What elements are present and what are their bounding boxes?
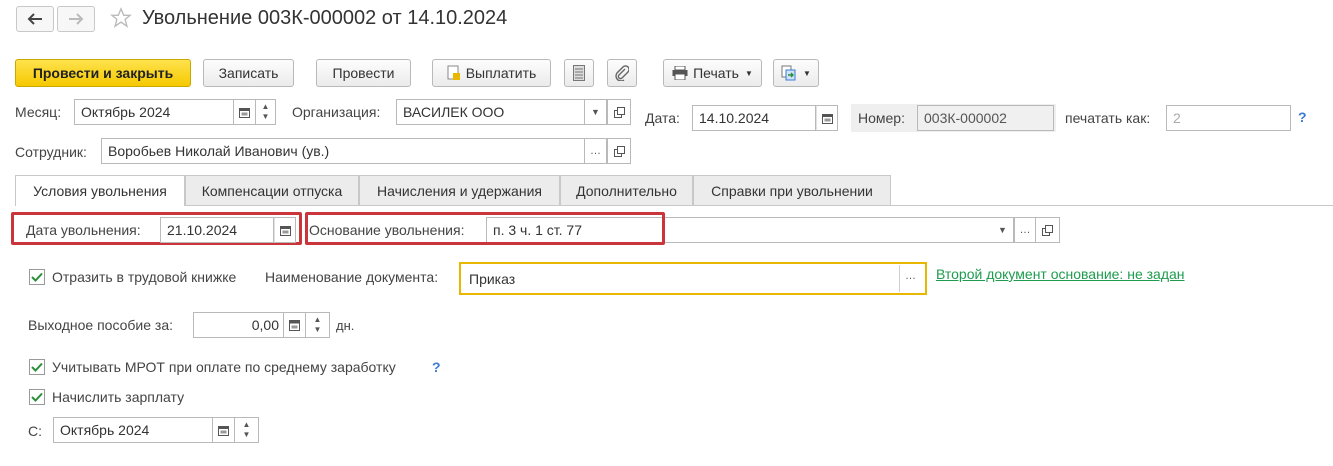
stepper-up-icon[interactable]: ▲	[243, 420, 251, 430]
month-field[interactable]: Октябрь 2024	[74, 99, 234, 125]
severance-unit: дн.	[336, 318, 355, 333]
print-as-field[interactable]: 2	[1166, 105, 1291, 131]
workbook-label[interactable]: Отразить в трудовой книжке	[52, 269, 236, 285]
from-stepper[interactable]: ▲ ▼	[235, 417, 259, 443]
post-and-close-button[interactable]: Провести и закрыть	[15, 59, 191, 87]
tab-additional[interactable]: Дополнительно	[560, 175, 693, 205]
chevron-down-icon: ▼	[803, 68, 811, 78]
severance-calculator-button[interactable]	[284, 312, 306, 338]
field-divider	[899, 265, 900, 292]
document-name-label: Наименование документа:	[265, 269, 439, 285]
open-icon	[1042, 224, 1053, 236]
back-button[interactable]	[16, 6, 54, 32]
pay-button-label: Выплатить	[465, 65, 537, 81]
checkmark-icon	[31, 272, 43, 282]
create-based-on-icon	[781, 65, 796, 81]
page-title: Увольнение 003К-000002 от 14.10.2024	[142, 7, 508, 29]
favorite-star-icon[interactable]	[109, 7, 133, 32]
second-document-link[interactable]: Второй документ основание: не задан	[936, 266, 1185, 282]
print-button[interactable]: Печать ▼	[663, 59, 762, 87]
calculator-button[interactable]	[564, 59, 594, 87]
print-button-label: Печать	[693, 65, 739, 81]
tab-accruals-deductions[interactable]: Начисления и удержания	[359, 175, 560, 205]
chevron-down-icon: ▼	[591, 107, 600, 117]
chevron-down-icon: ▼	[744, 68, 753, 78]
calendar-button[interactable]	[234, 99, 256, 125]
organization-dropdown-button[interactable]: ▼	[585, 99, 607, 125]
pay-button[interactable]: Выплатить	[432, 59, 551, 87]
month-stepper[interactable]: ▲ ▼	[256, 99, 276, 125]
create-based-on-button[interactable]: ▼	[773, 59, 819, 87]
organization-field[interactable]: ВАСИЛЕК ООО	[396, 99, 585, 125]
from-calendar-button[interactable]	[213, 417, 235, 443]
stepper-down-icon[interactable]: ▼	[314, 325, 322, 335]
employee-field[interactable]: Воробьев Николай Иванович (ув.)	[101, 138, 585, 164]
organization-open-button[interactable]	[607, 99, 631, 125]
date-label: Дата:	[645, 110, 680, 126]
document-name-select-button[interactable]: …	[905, 270, 916, 282]
arrow-left-icon	[27, 13, 42, 25]
number-field: 003К-000002	[917, 105, 1054, 131]
print-as-label: печатать как:	[1065, 110, 1151, 126]
employee-open-button[interactable]	[607, 138, 631, 164]
employee-label: Сотрудник:	[15, 144, 87, 160]
forward-button[interactable]	[57, 6, 95, 32]
help-icon[interactable]: ?	[1298, 109, 1307, 125]
from-label: С:	[28, 423, 42, 439]
reason-dropdown-button[interactable]: ▼	[992, 217, 1014, 243]
checkmark-icon	[31, 392, 43, 402]
mrot-help-icon[interactable]: ?	[432, 359, 441, 375]
accrue-salary-checkbox[interactable]	[29, 389, 45, 405]
paperclip-icon	[615, 65, 629, 81]
document-name-field[interactable]: Приказ	[459, 262, 927, 295]
stepper-down-icon[interactable]: ▼	[243, 430, 251, 440]
save-button[interactable]: Записать	[203, 59, 294, 87]
dismissal-date-label: Дата увольнения:	[26, 222, 141, 238]
dismissal-date-calendar-button[interactable]	[274, 217, 296, 243]
date-field[interactable]: 14.10.2024	[692, 105, 816, 131]
arrow-right-icon	[69, 13, 84, 25]
number-label: Номер:	[858, 110, 905, 126]
attach-button[interactable]	[607, 59, 637, 87]
post-button[interactable]: Провести	[316, 59, 411, 87]
calendar-icon	[218, 425, 229, 436]
printer-icon	[672, 66, 688, 80]
date-calendar-button[interactable]	[816, 105, 838, 131]
open-icon	[613, 145, 625, 157]
stepper-up-icon[interactable]: ▲	[314, 315, 322, 325]
dismissal-date-field[interactable]: 21.10.2024	[160, 217, 274, 243]
workbook-checkbox[interactable]	[29, 269, 45, 285]
accrue-salary-label[interactable]: Начислить зарплату	[52, 389, 184, 405]
stepper-down-icon[interactable]: ▼	[262, 112, 270, 122]
stepper-up-icon[interactable]: ▲	[262, 102, 270, 112]
severance-label: Выходное пособие за:	[28, 317, 174, 333]
reason-open-button[interactable]	[1036, 217, 1060, 243]
dismissal-reason-label: Основание увольнения:	[309, 222, 465, 238]
severance-field[interactable]: 0,00	[193, 312, 284, 338]
mrot-checkbox[interactable]	[29, 359, 45, 375]
checkmark-icon	[31, 362, 43, 372]
from-month-field[interactable]: Октябрь 2024	[53, 417, 213, 443]
severance-stepper[interactable]: ▲ ▼	[306, 312, 330, 338]
calendar-icon	[239, 107, 250, 118]
tab-vacation-compensation[interactable]: Компенсации отпуска	[185, 175, 359, 205]
calculator-icon	[289, 319, 300, 331]
organization-label: Организация:	[292, 104, 381, 120]
tabs-baseline	[15, 205, 1333, 206]
calendar-icon	[279, 225, 291, 236]
mrot-label[interactable]: Учитывать МРОТ при оплате по среднему за…	[52, 359, 396, 375]
month-label: Месяц:	[15, 104, 62, 120]
calendar-icon	[821, 113, 833, 124]
document-pay-icon	[447, 65, 460, 80]
open-icon	[613, 106, 625, 118]
tab-dismissal-conditions[interactable]: Условия увольнения	[15, 175, 185, 206]
tab-certificates[interactable]: Справки при увольнении	[693, 175, 891, 205]
chevron-down-icon: ▼	[998, 225, 1007, 235]
employee-select-button[interactable]: …	[585, 138, 607, 164]
reason-select-button[interactable]: …	[1014, 217, 1036, 243]
calculator-icon	[573, 65, 585, 81]
